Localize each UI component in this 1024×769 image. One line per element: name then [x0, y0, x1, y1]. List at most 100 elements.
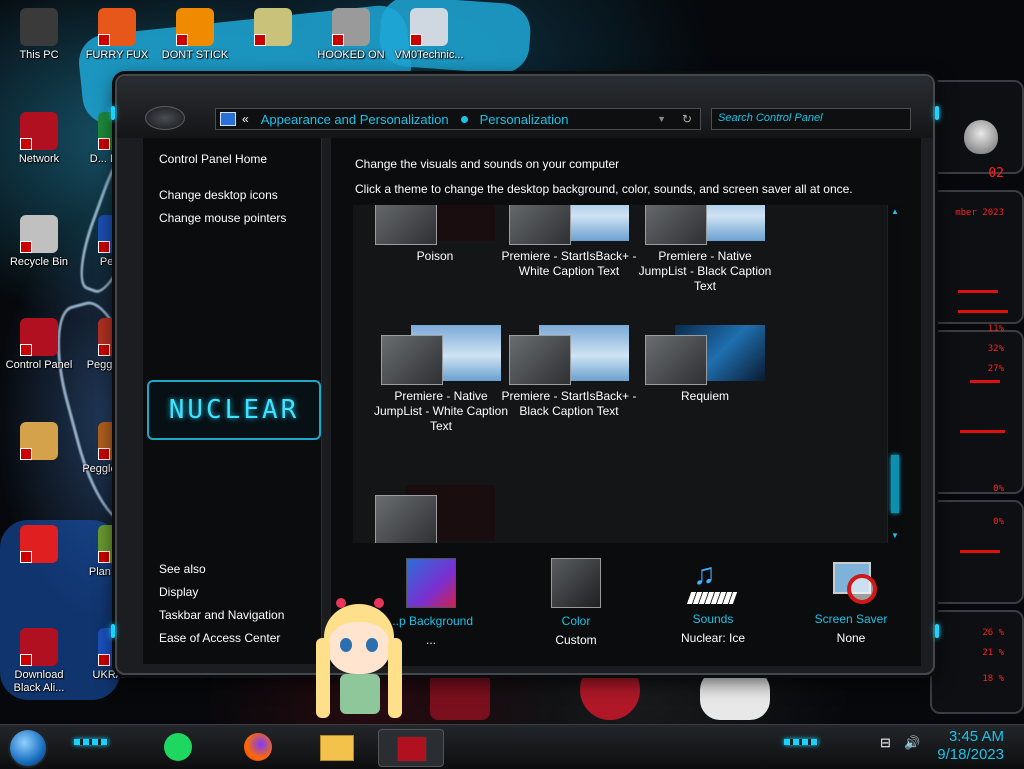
shortcut-arrow-icon	[98, 138, 110, 150]
theme-name: Premiere - Native JumpList - White Capti…	[373, 389, 509, 433]
spotify-taskbar-button[interactable]	[152, 729, 204, 765]
firefox-taskbar-button[interactable]	[232, 729, 284, 765]
spotify-icon	[164, 733, 192, 761]
main-content: Change the visuals and sounds on your co…	[331, 138, 921, 666]
back-button[interactable]	[145, 106, 185, 130]
desktop-icon[interactable]: FURRY FUX	[78, 8, 156, 62]
ease-of-access-link[interactable]: Ease of Access Center	[159, 631, 280, 645]
desktop-icon-image	[20, 8, 58, 46]
taskbar: ⊟ 🔊 3:45 AM 9/18/2023	[0, 724, 1024, 769]
desktop-icon-image	[332, 8, 370, 46]
desktop-icon[interactable]: Control Panel	[0, 318, 78, 372]
desktop-icon[interactable]: Network	[0, 112, 78, 166]
shortcut-arrow-icon	[20, 654, 32, 666]
chevron-down-icon[interactable]: ▼	[657, 114, 666, 124]
desktop-icon[interactable]	[234, 8, 312, 49]
sidebar: Control Panel Home Change desktop icons …	[143, 138, 322, 664]
chevron-left-icon: «	[242, 112, 249, 126]
taskbar-navigation-link[interactable]: Taskbar and Navigation	[159, 608, 284, 622]
desktop-icon[interactable]	[0, 525, 78, 566]
theme-item[interactable]: Premiere - StartIsBack+ - White Caption …	[499, 205, 639, 279]
desktop-icon[interactable]: Download Black Ali...	[0, 628, 78, 695]
setting-title: Screen Saver	[814, 612, 888, 626]
theme-preview	[635, 205, 775, 245]
desktop-icon[interactable]: This PC	[0, 8, 78, 62]
start-button[interactable]	[8, 728, 48, 768]
theme-preview	[365, 205, 505, 245]
alien-head-icon	[964, 120, 998, 154]
breadcrumb-personalization[interactable]: Personalization	[480, 112, 569, 127]
search-input[interactable]: Search Control Panel	[711, 108, 911, 130]
volume-icon[interactable]: 🔊	[904, 735, 920, 751]
theme-color-swatch	[509, 335, 571, 385]
change-mouse-pointers-link[interactable]: Change mouse pointers	[159, 211, 286, 225]
theme-preview	[371, 325, 511, 385]
desktop-icon-label: Recycle Bin	[9, 256, 69, 268]
breadcrumb-appearance[interactable]: Appearance and Personalization	[261, 112, 449, 127]
scroll-up-icon[interactable]: ▲	[890, 207, 900, 217]
color-setting[interactable]: Color Custom	[506, 558, 646, 647]
sounds-setting[interactable]: ♫ Sounds Nuclear: Ice	[643, 558, 783, 645]
scroll-down-icon[interactable]: ▼	[890, 531, 900, 541]
desktop-icon[interactable]: VM0Technic...	[390, 8, 468, 62]
hud-readout: 21 %	[982, 648, 1004, 658]
display-link[interactable]: Display	[159, 585, 198, 599]
desktop-icon-label: VM0Technic...	[394, 49, 464, 61]
file-explorer-icon	[320, 735, 354, 761]
desktop-icon-image	[20, 112, 58, 150]
setting-value: Nuclear: Ice	[680, 631, 746, 645]
hud-readout: 02	[988, 166, 1004, 181]
control-panel-home-link[interactable]: Control Panel Home	[159, 152, 267, 166]
shortcut-arrow-icon	[254, 34, 266, 46]
theme-item[interactable]: Poison	[365, 205, 505, 264]
theme-item[interactable]: Requiem	[635, 325, 775, 404]
setting-title: Sounds	[692, 612, 734, 626]
change-desktop-icons-link[interactable]: Change desktop icons	[159, 188, 278, 202]
search-placeholder: Search Control Panel	[718, 112, 823, 124]
breadcrumb-separator-icon	[460, 115, 468, 123]
theme-scrollbar[interactable]: ▲ ▼	[887, 205, 902, 543]
hud-readout: 18 %	[982, 674, 1004, 684]
page-subheading: Click a theme to change the desktop back…	[355, 182, 853, 196]
theme-item[interactable]: Premiere - Native JumpList - Black Capti…	[635, 205, 775, 294]
color-swatch-icon	[551, 558, 601, 608]
desktop-icon-image	[20, 628, 58, 666]
file-explorer-taskbar-button[interactable]	[310, 729, 362, 765]
desktop-icon[interactable]	[0, 422, 78, 463]
desktop-icon[interactable]: Recycle Bin	[0, 215, 78, 269]
desktop-icon-image	[20, 525, 58, 563]
shortcut-arrow-icon	[98, 448, 110, 460]
shortcut-arrow-icon	[410, 34, 422, 46]
theme-name: Premiere - StartIsBack+ - White Caption …	[501, 249, 637, 278]
setting-value: None	[836, 631, 866, 645]
wallpaper-thumbnail-icon	[406, 558, 456, 608]
desktop-icon[interactable]: DONT STICK	[156, 8, 234, 62]
network-icon[interactable]: ⊟	[880, 735, 891, 751]
theme-item[interactable]	[365, 485, 505, 543]
desktop-icon-image	[254, 8, 292, 46]
desktop-icon-image	[98, 8, 136, 46]
shortcut-arrow-icon	[20, 551, 32, 563]
theme-preview	[365, 485, 505, 543]
clock[interactable]: 3:45 AM 9/18/2023	[937, 728, 1004, 764]
control-panel-icon	[397, 736, 427, 762]
control-panel-icon	[220, 112, 236, 126]
sounds-icon: ♫	[686, 558, 738, 606]
desktop-icon[interactable]: HOOKED ON	[312, 8, 390, 62]
desktop-icon-label: HOOKED ON	[317, 49, 385, 61]
screen-saver-setting[interactable]: Screen Saver None	[781, 558, 921, 645]
hud-readout: 0%	[993, 484, 1004, 494]
scroll-thumb[interactable]	[891, 455, 899, 513]
address-bar[interactable]: « Appearance and Personalization Persona…	[215, 108, 701, 130]
shortcut-arrow-icon	[98, 654, 110, 666]
shortcut-arrow-icon	[20, 344, 32, 356]
desktop-icon-image	[410, 8, 448, 46]
theme-color-swatch	[375, 205, 437, 245]
refresh-icon[interactable]: ↻	[682, 112, 692, 126]
shortcut-arrow-icon	[332, 34, 344, 46]
setting-title: Color	[561, 614, 591, 628]
control-panel-taskbar-button[interactable]	[378, 729, 444, 767]
theme-item[interactable]: Premiere - Native JumpList - White Capti…	[371, 325, 511, 434]
theme-preview	[635, 325, 775, 385]
theme-item[interactable]: Premiere - StartIsBack+ - Black Caption …	[499, 325, 639, 419]
